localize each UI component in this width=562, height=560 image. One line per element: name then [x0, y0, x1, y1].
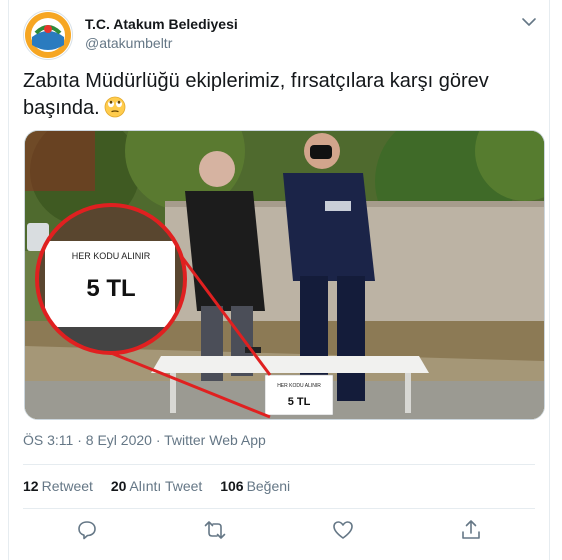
retweet-icon[interactable] — [203, 518, 227, 542]
tweet-text: Zabıta Müdürlüğü ekiplerimiz, fırsatçıla… — [23, 68, 533, 122]
likes-stat[interactable]: 106 Beğeni — [220, 478, 290, 494]
quotes-stat[interactable]: 20 Alıntı Tweet — [111, 478, 202, 494]
reply-icon[interactable] — [75, 518, 99, 542]
heart-icon[interactable] — [331, 518, 355, 542]
small-sign-line2: 5 TL — [288, 396, 311, 408]
tweet-stats: 12 Retweet 20 Alıntı Tweet 106 Beğeni — [23, 478, 304, 494]
small-sign-line1: HER KODU ALINIR — [277, 383, 321, 389]
tweet-text-line2: başında. — [23, 97, 100, 119]
zoom-sign-line2: 5 TL — [86, 275, 135, 302]
quotes-label: Alıntı Tweet — [129, 478, 203, 494]
tweet-timestamp[interactable]: ÖS 3:11 · 8 Eyl 2020 · Twitter Web App — [23, 432, 266, 448]
likes-count: 106 — [220, 478, 244, 494]
rolling-eyes-emoji — [104, 96, 126, 118]
user-handle[interactable]: @atakumbeltr — [85, 35, 172, 51]
retweets-label: Retweet — [41, 478, 93, 494]
photo-scene: HER KODU ALINIR 5 TL HER KODU ALINIR 5 T… — [25, 131, 544, 419]
tweet-card: T.C. Atakum Belediyesi @atakumbeltr Zabı… — [8, 0, 550, 560]
share-icon[interactable] — [459, 518, 483, 542]
tweet-photo[interactable]: HER KODU ALINIR 5 TL HER KODU ALINIR 5 T… — [24, 130, 545, 420]
profile-avatar[interactable] — [23, 10, 73, 60]
municipality-logo-icon — [25, 12, 71, 58]
tweet-header: T.C. Atakum Belediyesi @atakumbeltr — [23, 10, 543, 60]
quotes-count: 20 — [110, 478, 127, 494]
tweet-text-line1: Zabıta Müdürlüğü ekiplerimiz, fırsatçıla… — [23, 70, 489, 92]
zoom-sign-line1: HER KODU ALINIR — [72, 251, 151, 261]
retweets-stat[interactable]: 12 Retweet — [23, 478, 93, 494]
chevron-down-icon[interactable] — [519, 12, 539, 32]
divider — [23, 508, 535, 509]
divider — [23, 464, 535, 465]
retweets-count: 12 — [23, 478, 39, 494]
display-name[interactable]: T.C. Atakum Belediyesi — [85, 16, 238, 32]
likes-label: Beğeni — [246, 478, 291, 494]
tweet-actions — [9, 516, 549, 544]
